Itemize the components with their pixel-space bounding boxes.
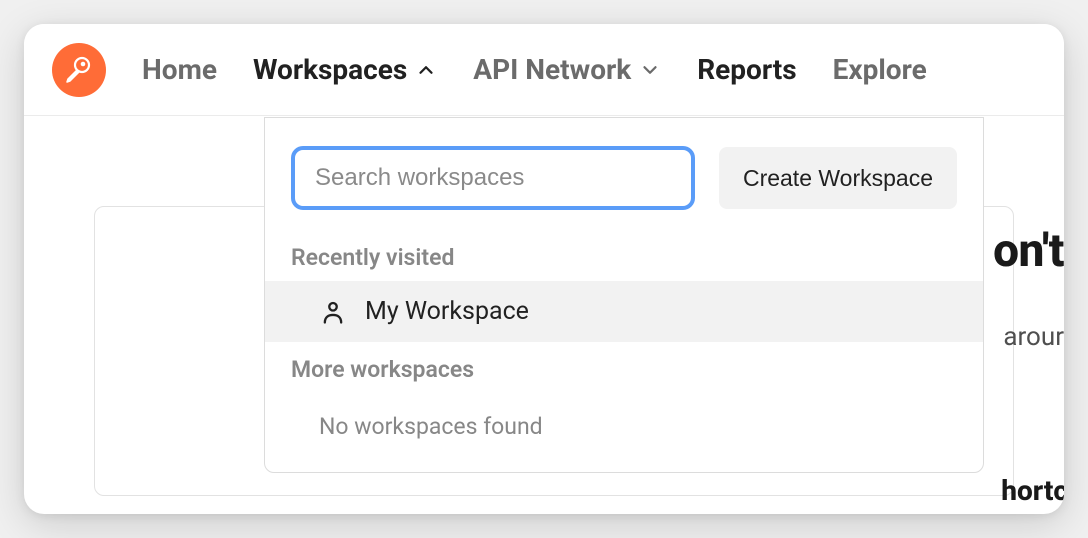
nav-reports[interactable]: Reports bbox=[697, 53, 796, 86]
nav-workspaces[interactable]: Workspaces bbox=[253, 53, 437, 86]
nav-home[interactable]: Home bbox=[142, 53, 217, 86]
chevron-down-icon bbox=[639, 59, 661, 81]
background-title-fragment: on't bbox=[993, 224, 1064, 278]
person-icon bbox=[319, 298, 347, 326]
workspaces-dropdown: Create Workspace Recently visited My Wor… bbox=[264, 117, 984, 473]
nav-explore[interactable]: Explore bbox=[833, 53, 927, 86]
nav-api-network[interactable]: API Network bbox=[473, 53, 661, 86]
nav-reports-label: Reports bbox=[697, 53, 796, 86]
recently-visited-label: Recently visited bbox=[265, 230, 983, 281]
app-window: Home Workspaces API Network Reports Expl… bbox=[24, 24, 1064, 514]
postman-icon bbox=[63, 54, 95, 86]
workspace-item-my-workspace[interactable]: My Workspace bbox=[265, 281, 983, 342]
background-shortcut-fragment: hortc bbox=[1001, 474, 1064, 507]
background-subtitle-fragment: arour bbox=[1003, 322, 1064, 352]
app-logo[interactable] bbox=[52, 43, 106, 97]
more-workspaces-label: More workspaces bbox=[265, 342, 983, 393]
chevron-up-icon bbox=[415, 59, 437, 81]
nav-explore-label: Explore bbox=[833, 53, 927, 86]
nav-api-network-label: API Network bbox=[473, 53, 631, 86]
nav-workspaces-label: Workspaces bbox=[253, 53, 407, 86]
create-workspace-button[interactable]: Create Workspace bbox=[719, 147, 957, 209]
workspace-item-label: My Workspace bbox=[365, 297, 529, 326]
nav-home-label: Home bbox=[142, 53, 217, 86]
search-workspaces-input[interactable] bbox=[291, 146, 695, 210]
no-workspaces-text: No workspaces found bbox=[265, 393, 983, 452]
top-navigation: Home Workspaces API Network Reports Expl… bbox=[24, 24, 1064, 116]
dropdown-header: Create Workspace bbox=[265, 118, 983, 230]
